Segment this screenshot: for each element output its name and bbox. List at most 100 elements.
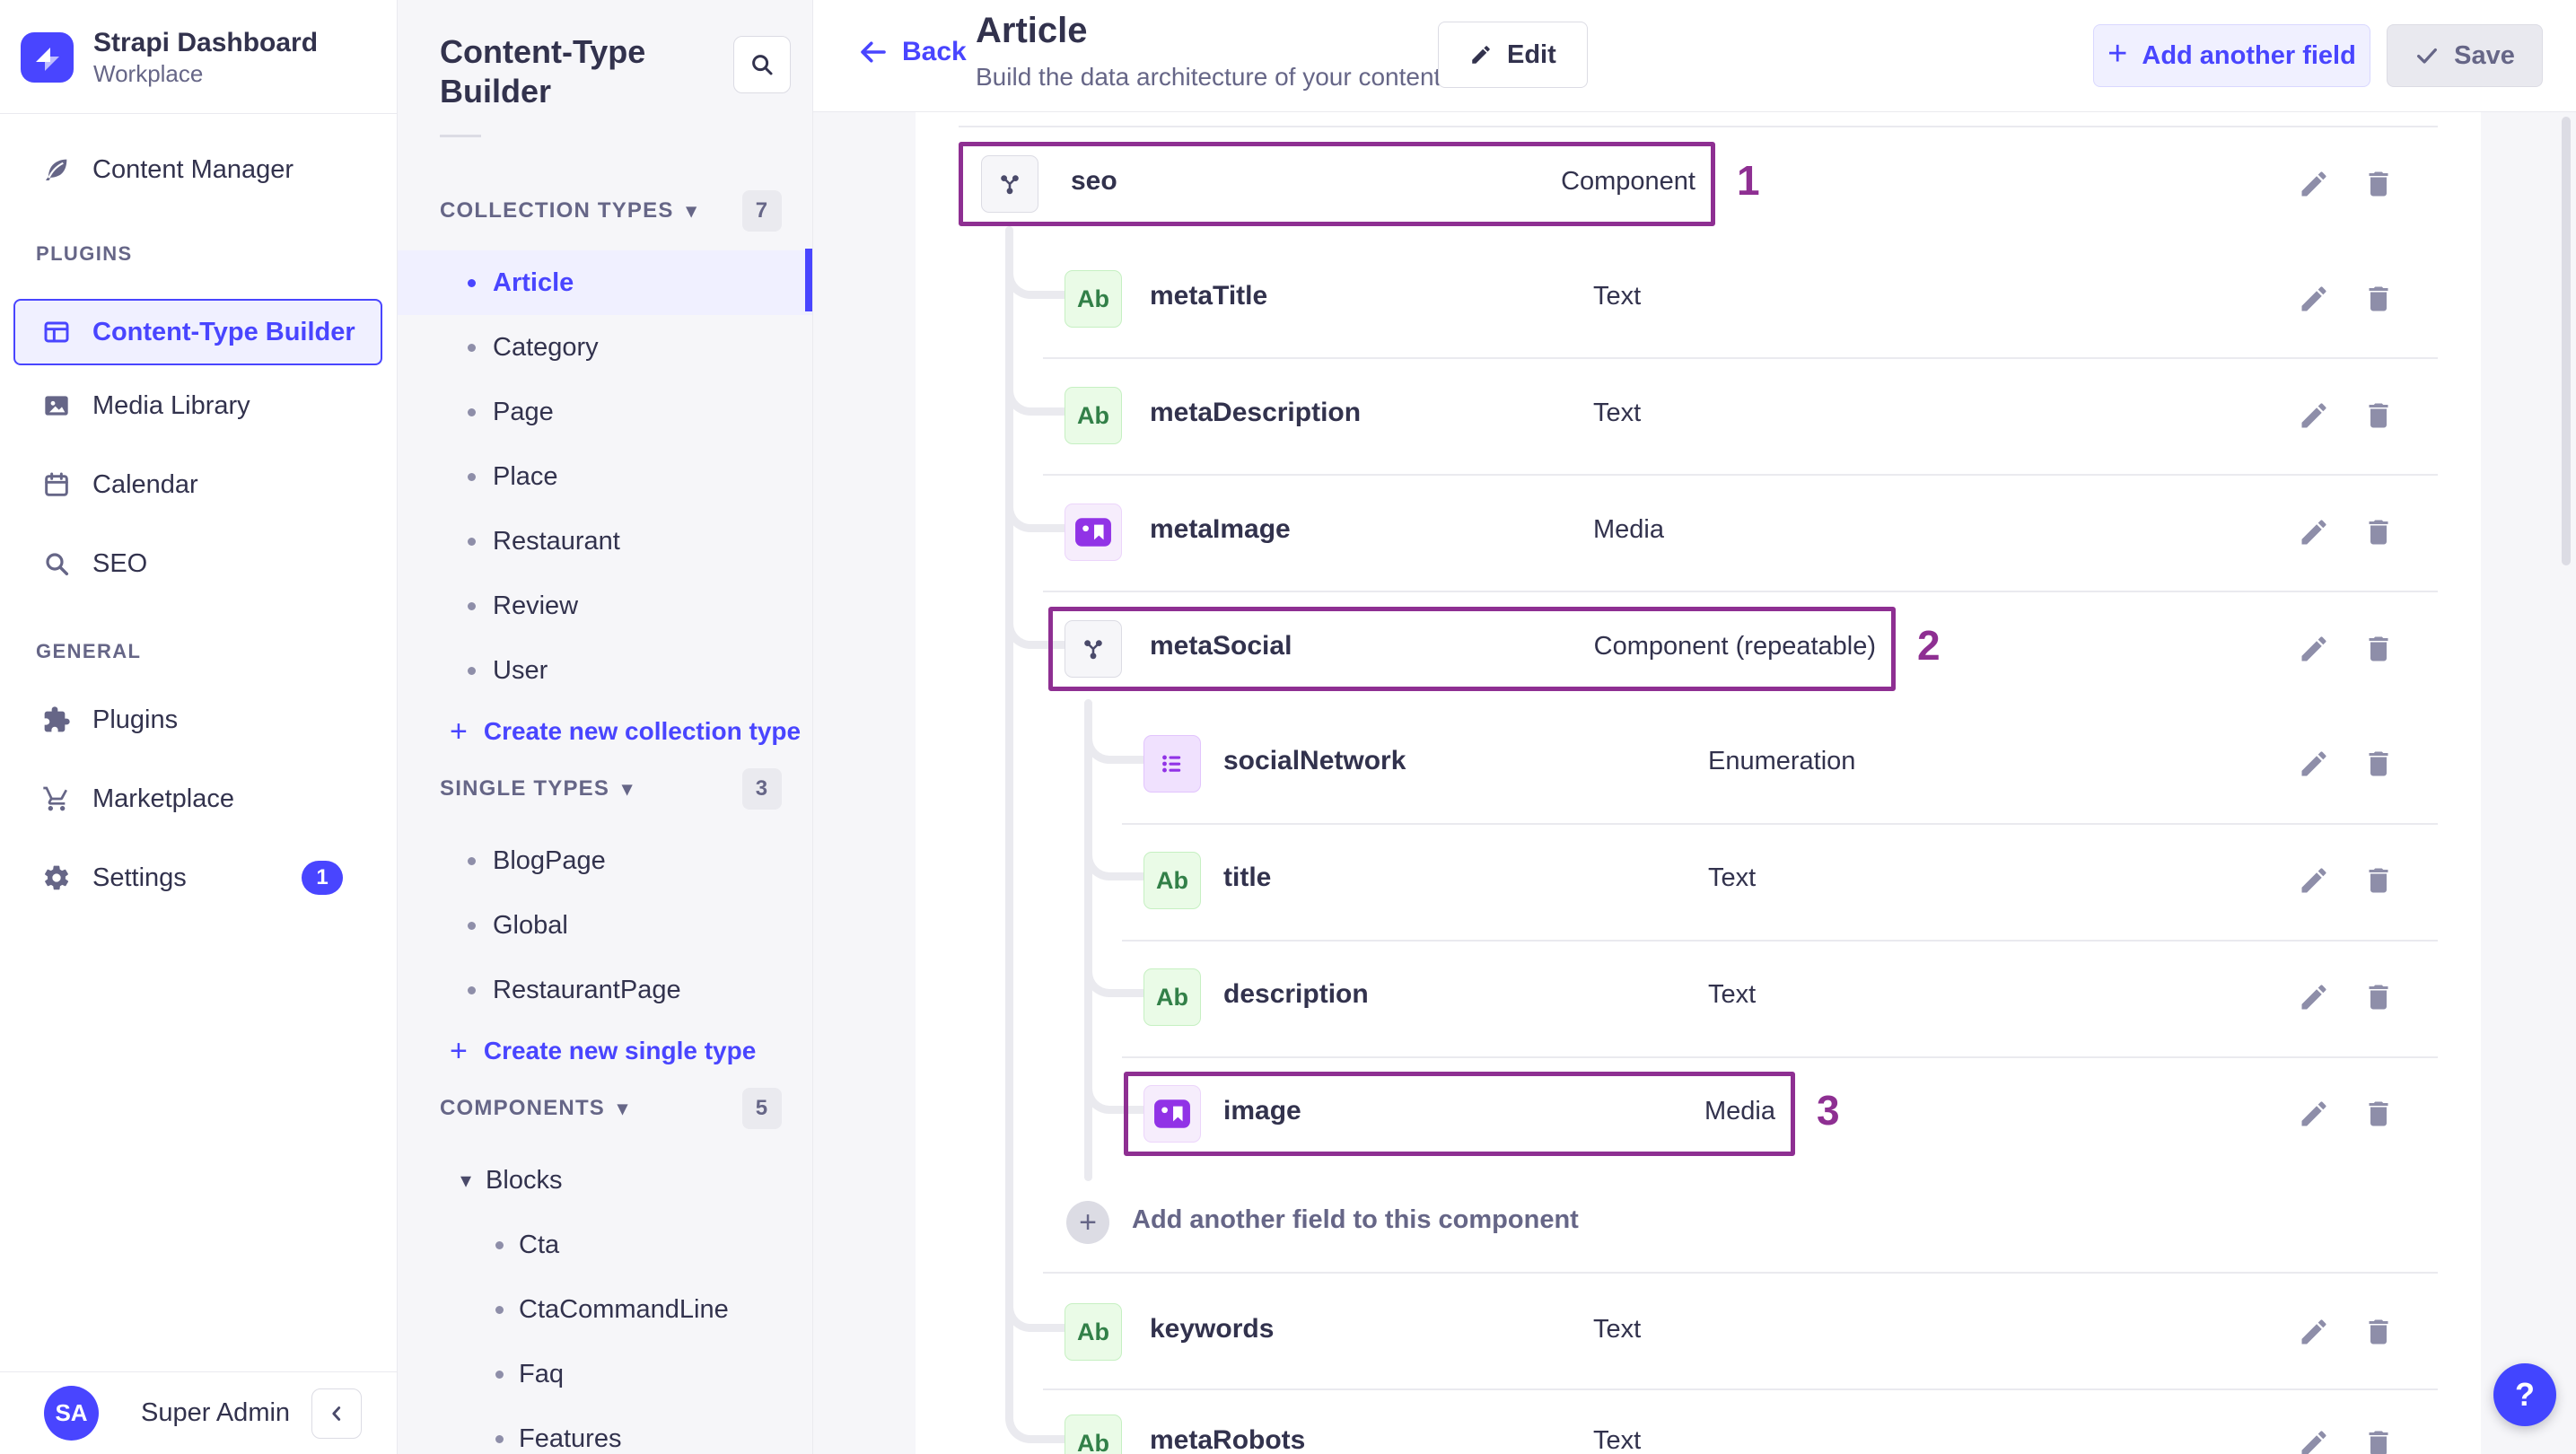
delete-field-button[interactable] bbox=[2359, 977, 2398, 1017]
pencil-icon bbox=[2298, 1316, 2330, 1348]
delete-field-button[interactable] bbox=[2359, 1423, 2398, 1454]
subnav-item-article[interactable]: Article bbox=[398, 250, 812, 315]
subnav-item-label: Page bbox=[493, 397, 554, 426]
delete-field-button[interactable] bbox=[2359, 1312, 2398, 1352]
sidebar-item-label: SEO bbox=[92, 548, 148, 578]
edit-field-button[interactable] bbox=[2294, 512, 2334, 552]
subnav-item-review[interactable]: Review bbox=[398, 574, 812, 638]
pencil-icon bbox=[2298, 399, 2330, 432]
subnav-item-blogpage[interactable]: BlogPage bbox=[398, 828, 812, 893]
bullet-icon bbox=[468, 343, 476, 352]
edit-field-button[interactable] bbox=[2294, 1094, 2334, 1134]
edit-field-button[interactable] bbox=[2294, 861, 2334, 900]
plugins-icon bbox=[42, 705, 71, 734]
sidebar-item-settings[interactable]: Settings 1 bbox=[0, 845, 397, 910]
sidebar-item-seo[interactable]: SEO bbox=[0, 531, 397, 596]
avatar[interactable]: SA bbox=[44, 1386, 99, 1441]
sidebar-item-content-manager[interactable]: Content Manager bbox=[0, 137, 397, 202]
subnav-item-features[interactable]: Features bbox=[398, 1406, 812, 1454]
plus-icon: + bbox=[450, 714, 468, 749]
edit-button[interactable]: Edit bbox=[1438, 22, 1588, 88]
chevron-down-icon: ▾ bbox=[622, 777, 634, 800]
edit-field-button[interactable] bbox=[2294, 396, 2334, 435]
bullet-icon bbox=[468, 666, 476, 675]
subnav-item-restaurant[interactable]: Restaurant bbox=[398, 509, 812, 574]
collapse-sidebar-button[interactable] bbox=[311, 1388, 362, 1439]
subnav-item-place[interactable]: Place bbox=[398, 444, 812, 509]
sidebar-item-label: Content-Type Builder bbox=[92, 317, 355, 346]
subnav-divider bbox=[440, 135, 481, 137]
delete-field-button[interactable] bbox=[2359, 629, 2398, 669]
trash-icon bbox=[2362, 864, 2395, 897]
media-library-icon bbox=[42, 391, 71, 420]
edit-field-button[interactable] bbox=[2294, 1312, 2334, 1352]
delete-field-button[interactable] bbox=[2359, 396, 2398, 435]
subnav-item-cta[interactable]: Cta bbox=[398, 1213, 812, 1277]
edit-field-button[interactable] bbox=[2294, 164, 2334, 204]
sidebar-item-calendar[interactable]: Calendar bbox=[0, 452, 397, 517]
section-count-badge: 7 bbox=[742, 190, 782, 232]
trash-icon bbox=[2362, 283, 2395, 315]
edit-field-button[interactable] bbox=[2294, 977, 2334, 1017]
subnav-item-user[interactable]: User bbox=[398, 638, 812, 703]
check-icon bbox=[2417, 48, 2438, 64]
section-count-badge: 3 bbox=[742, 768, 782, 810]
pencil-icon bbox=[2298, 283, 2330, 315]
add-another-field-button[interactable]: + Add another field bbox=[2093, 24, 2370, 87]
subnav-item-label: Faq bbox=[519, 1359, 564, 1388]
edit-field-button[interactable] bbox=[2294, 279, 2334, 319]
edit-field-button[interactable] bbox=[2294, 744, 2334, 784]
add-field-to-component-label[interactable]: Add another field to this component bbox=[1132, 1205, 1579, 1235]
delete-field-button[interactable] bbox=[2359, 164, 2398, 204]
bullet-icon bbox=[495, 1305, 504, 1314]
sidebar-section-header: GENERAL bbox=[36, 640, 142, 662]
subnav-item-ctacommandline[interactable]: CtaCommandLine bbox=[398, 1277, 812, 1342]
subnav-item-global[interactable]: Global bbox=[398, 893, 812, 958]
subnav-title: Content-Type Builder bbox=[440, 33, 646, 109]
delete-field-button[interactable] bbox=[2359, 744, 2398, 784]
subnav-section-header-collection-types[interactable]: COLLECTION TYPES ▾ 7 bbox=[398, 189, 812, 232]
trash-icon bbox=[2362, 516, 2395, 548]
delete-field-button[interactable] bbox=[2359, 512, 2398, 552]
sidebar-item-content-type-builder[interactable]: Content-Type Builder bbox=[13, 299, 382, 365]
sidebar-item-label: Media Library bbox=[92, 390, 250, 420]
edit-label: Edit bbox=[1507, 39, 1556, 69]
subnav-item-restaurantpage[interactable]: RestaurantPage bbox=[398, 958, 812, 1022]
page-header: Back Article Build the data architecture… bbox=[813, 0, 2576, 112]
bullet-icon bbox=[468, 472, 476, 481]
arrow-left-icon bbox=[861, 41, 886, 63]
save-button[interactable]: Save bbox=[2387, 24, 2543, 87]
strapi-app: Strapi Dashboard Workplace Content Manag… bbox=[0, 0, 2576, 1454]
pencil-icon bbox=[2298, 748, 2330, 780]
subnav-item-label: Article bbox=[493, 267, 574, 297]
delete-field-button[interactable] bbox=[2359, 1094, 2398, 1134]
sidebar-item-marketplace[interactable]: Marketplace bbox=[0, 766, 397, 831]
bullet-icon bbox=[495, 1240, 504, 1249]
subnav-action-create-collection-type[interactable]: + Create new collection type bbox=[398, 703, 812, 760]
subnav-group-blocks[interactable]: ▾ Blocks bbox=[398, 1148, 812, 1213]
help-button[interactable]: ? bbox=[2493, 1363, 2556, 1426]
page-subtitle: Build the data architecture of your cont… bbox=[976, 63, 1441, 91]
edit-field-button[interactable] bbox=[2294, 1423, 2334, 1454]
save-label: Save bbox=[2454, 40, 2515, 70]
workspace-subtitle: Workplace bbox=[93, 60, 204, 87]
subnav-section-header-single-types[interactable]: SINGLE TYPES ▾ 3 bbox=[398, 767, 812, 810]
subnav-item-page[interactable]: Page bbox=[398, 380, 812, 444]
search-button[interactable] bbox=[733, 36, 791, 93]
delete-field-button[interactable] bbox=[2359, 279, 2398, 319]
subnav-action-create-single-type[interactable]: + Create new single type bbox=[398, 1022, 812, 1080]
calendar-icon bbox=[42, 470, 71, 499]
sidebar-item-media-library[interactable]: Media Library bbox=[0, 373, 397, 438]
subnav-item-faq[interactable]: Faq bbox=[398, 1342, 812, 1406]
subnav-item-category[interactable]: Category bbox=[398, 315, 812, 380]
subnav-section-header-components[interactable]: COMPONENTS ▾ 5 bbox=[398, 1087, 812, 1130]
scrollbar-thumb[interactable] bbox=[2562, 117, 2571, 565]
sidebar-item-plugins[interactable]: Plugins bbox=[0, 688, 397, 752]
subnav-item-label: Place bbox=[493, 461, 558, 491]
add-field-to-component-button[interactable]: + bbox=[1066, 1201, 1109, 1244]
delete-field-button[interactable] bbox=[2359, 861, 2398, 900]
workspace-header[interactable]: Strapi Dashboard Workplace bbox=[0, 0, 397, 114]
user-name: Super Admin bbox=[141, 1398, 291, 1427]
back-link[interactable]: Back bbox=[857, 36, 967, 68]
edit-field-button[interactable] bbox=[2294, 629, 2334, 669]
